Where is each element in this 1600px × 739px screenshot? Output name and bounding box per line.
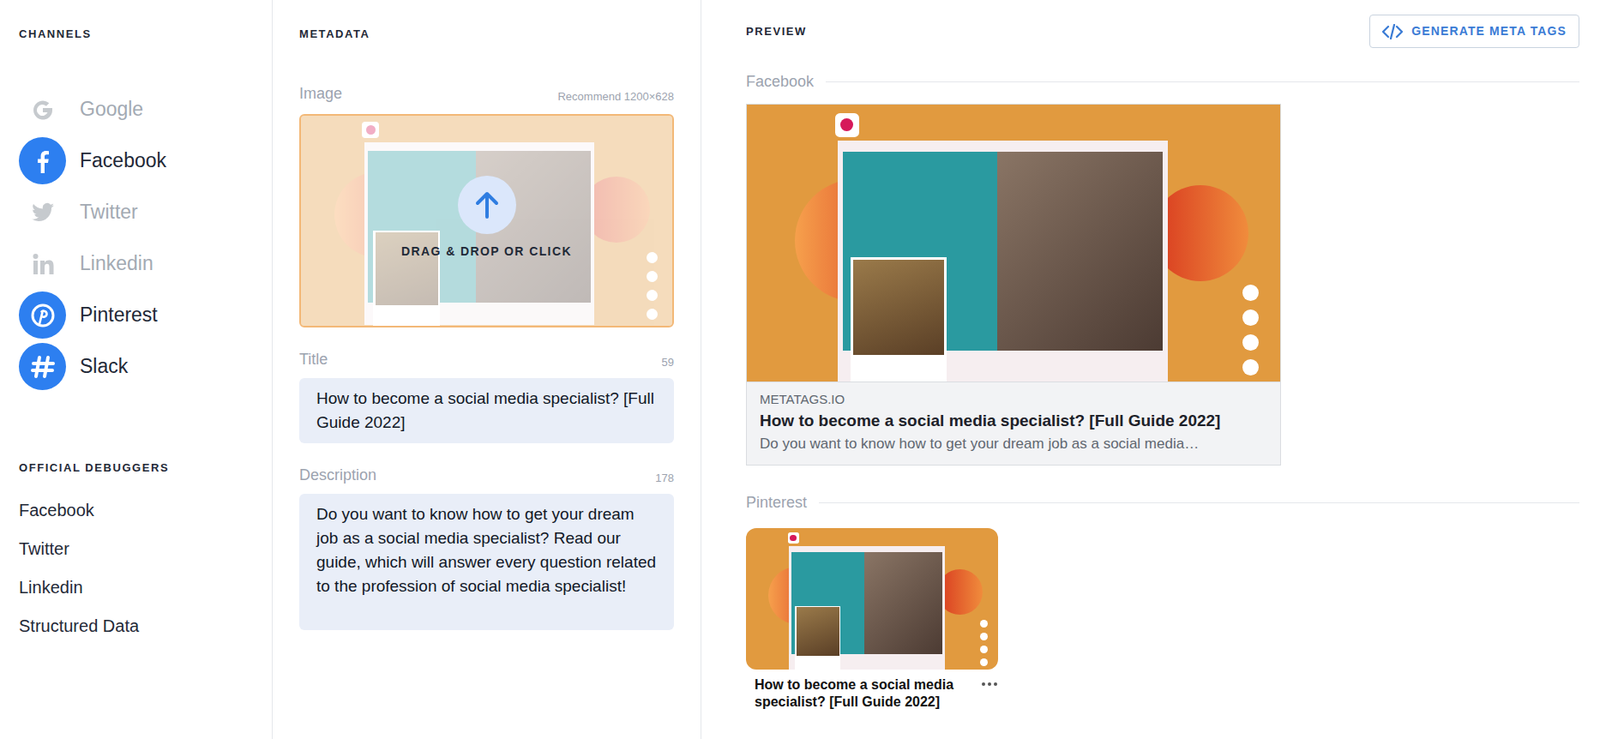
description-field[interactable]: Do you want to know how to get your drea… (299, 493, 674, 631)
facebook-section-label: Facebook (745, 70, 814, 94)
channel-item[interactable]: Pinterest (18, 289, 253, 342)
facebook-description: Do you want to know how to get your drea… (759, 433, 1268, 455)
channel-item[interactable]: Linkedin (18, 238, 253, 290)
pinterest-title: How to become a social media specialist?… (754, 676, 976, 711)
channel-item[interactable]: Slack (18, 341, 253, 393)
image-label: Image (299, 82, 343, 106)
upload-icon (457, 175, 517, 235)
channel-item[interactable]: Twitter (18, 186, 253, 239)
metadata-heading: METADATA (299, 25, 674, 43)
debugger-link[interactable]: Twitter (18, 538, 253, 560)
debugger-list: Facebook Twitter Linkedin Structured Data (18, 499, 253, 638)
google-icon (18, 85, 67, 133)
facebook-card: METATAGS.IO How to become a social media… (745, 103, 1282, 466)
preview-heading: PREVIEW (745, 23, 807, 41)
twitter-icon (18, 188, 67, 236)
channels-heading: CHANNELS (18, 25, 253, 43)
linkedin-icon (18, 240, 67, 288)
facebook-icon (18, 137, 67, 185)
image-upload[interactable]: DRAG & DROP OR CLICK (299, 114, 674, 328)
channel-item[interactable]: Facebook (18, 135, 253, 187)
debuggers-heading: OFFICIAL DEBUGGERS (18, 459, 253, 477)
upload-hint: DRAG & DROP OR CLICK (401, 242, 572, 261)
slack-icon (18, 342, 67, 391)
title-field[interactable]: How to become a social media specialist?… (299, 378, 674, 444)
description-count: 178 (655, 469, 674, 488)
debugger-link[interactable]: Facebook (18, 499, 253, 522)
image-hint: Recommend 1200×628 (557, 88, 674, 106)
channels-sidebar: CHANNELS GoogleFacebookTwitterLinkedinPi… (0, 0, 273, 739)
preview-panel: PREVIEW GENERATE META TAGS Facebook META… (701, 0, 1600, 739)
pinterest-card: How to become a social media specialist?… (745, 528, 999, 711)
code-icon (1382, 24, 1403, 40)
channel-item[interactable]: Google (18, 84, 253, 136)
facebook-title: How to become a social media specialist?… (759, 409, 1268, 433)
debugger-link[interactable]: Linkedin (18, 577, 253, 599)
pinterest-section-label: Pinterest (745, 491, 807, 515)
pinterest-image (745, 528, 999, 670)
debugger-link[interactable]: Structured Data (18, 615, 253, 638)
facebook-domain: METATAGS.IO (759, 390, 1268, 409)
pinterest-icon (18, 291, 67, 339)
metadata-panel: METADATA Image Recommend 1200×628 DRAG &… (272, 0, 702, 739)
generate-button[interactable]: GENERATE META TAGS (1369, 14, 1580, 49)
description-label: Description (299, 463, 377, 488)
more-icon[interactable] (980, 681, 999, 687)
facebook-image (746, 104, 1281, 382)
title-count: 59 (661, 354, 674, 372)
channel-list: GoogleFacebookTwitterLinkedinPinterestSl… (18, 84, 253, 393)
title-label: Title (299, 348, 328, 372)
